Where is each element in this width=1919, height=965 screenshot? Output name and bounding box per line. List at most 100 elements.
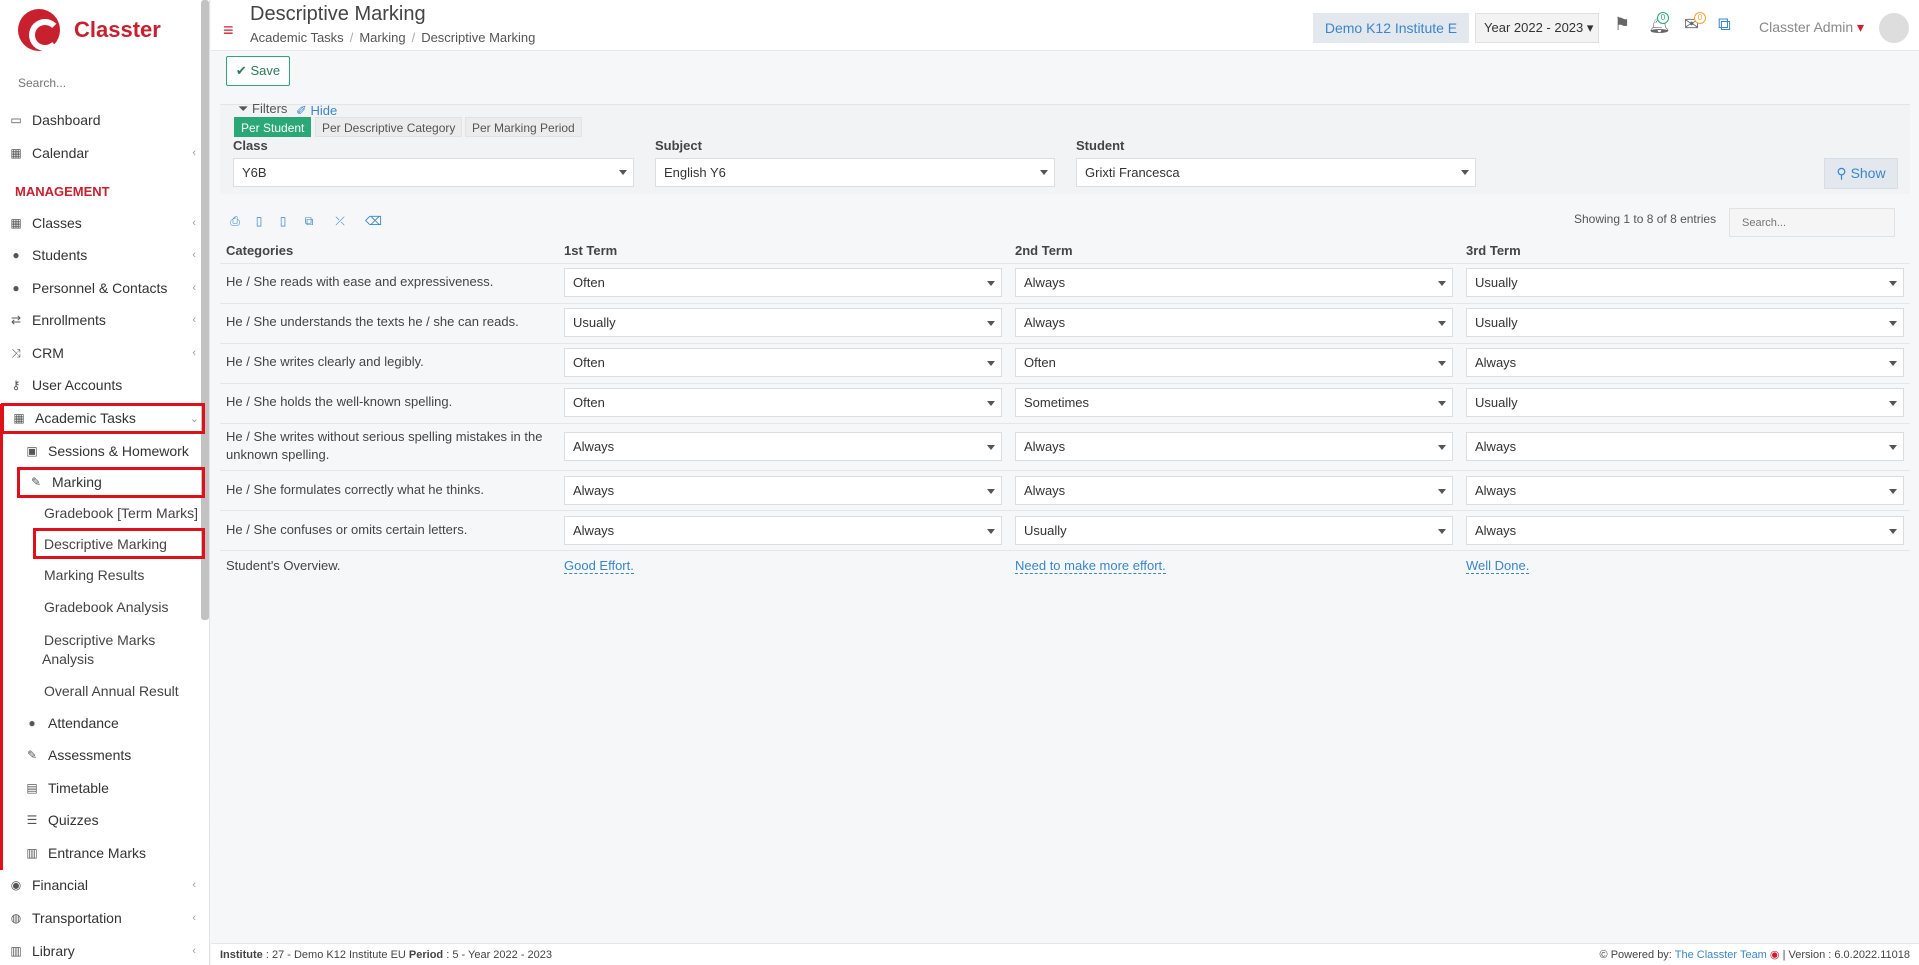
column-header-2nd-term[interactable]: 2nd Term [1015,243,1073,258]
sidebar-scrollbar[interactable] [201,0,209,620]
term-select[interactable]: Usually [1015,516,1453,545]
term-select[interactable]: Always [1015,432,1453,461]
term-select[interactable]: Always [564,476,1002,505]
exchange-icon: ⇄ [10,313,22,327]
overview-1st-term[interactable]: Good Effort. [564,558,634,574]
column-header-1st-term[interactable]: 1st Term [564,243,617,258]
class-label: Class [233,138,268,153]
term-select[interactable]: Always [1015,476,1453,505]
institute-button[interactable]: Demo K12 Institute E [1313,13,1469,43]
term-select[interactable]: Usually [1466,388,1904,417]
user-menu[interactable]: Classter Admin ▾ [1759,19,1864,36]
pdf-icon[interactable]: ▯ [252,214,266,228]
term-select[interactable]: Always [1466,348,1904,377]
term-select[interactable]: Always [564,516,1002,545]
caret-down-icon [1889,489,1897,494]
caret-down-icon [987,529,995,534]
table-search-input[interactable] [1729,208,1895,237]
term-select[interactable]: Sometimes [1015,388,1453,417]
chevron-left-icon: ‹ [208,782,209,794]
sidebar-item-sessions-homework[interactable]: ▣ Sessions & Homework [16,437,209,465]
term-select[interactable]: Always [1466,432,1904,461]
sidebar-item-timetable[interactable]: ▤Timetable‹ [16,774,209,802]
chevron-left-icon: ‹ [192,879,196,891]
column-header-3rd-term[interactable]: 3rd Term [1466,243,1521,258]
term-select[interactable]: Often [564,348,1002,377]
term-select[interactable]: Always [1466,476,1904,505]
term-select[interactable]: Always [564,432,1002,461]
highlight-marking [17,467,205,498]
sidebar-item-gradebook-term[interactable]: Gradebook [Term Marks] [44,505,198,521]
term-select[interactable]: Usually [1466,308,1904,337]
compress-icon[interactable]: ⤫ [333,214,347,228]
term-select[interactable]: Often [1015,348,1453,377]
tab-per-student[interactable]: Per Student [234,117,312,137]
sidebar-item-user-accounts[interactable]: ⚷ User Accounts [0,371,200,399]
classter-team-link[interactable]: The Classter Team [1675,949,1767,961]
sidebar-item-gradebook-analysis[interactable]: Gradebook Analysis [44,599,169,615]
sidebar-item-financial[interactable]: ◉ Financial ‹ [0,871,200,899]
caret-down-icon [1438,281,1446,286]
sidebar-search-input[interactable] [18,70,188,96]
sidebar-item-students[interactable]: ● Students ‹ [0,241,200,269]
print-icon[interactable]: ⎙ [228,214,242,228]
overview-2nd-term[interactable]: Need to make more effort. [1015,558,1166,574]
layers-icon[interactable]: ⧉ [1718,14,1731,35]
caret-down-icon [987,281,995,286]
sidebar-item-overall-annual-result[interactable]: Overall Annual Result [44,683,179,699]
chevron-left-icon: ‹ [192,147,196,159]
breadcrumb-item[interactable]: Academic Tasks [250,30,344,45]
overview-3rd-term[interactable]: Well Done. [1466,558,1530,574]
chevron-left-icon: ‹ [208,749,209,761]
term-select[interactable]: Usually [564,308,1002,337]
term-select[interactable]: Always [1015,268,1453,297]
term-select[interactable]: Always [1466,516,1904,545]
classter-logo-icon [18,9,61,51]
sidebar-item-crm[interactable]: ⤨ CRM ‹ [0,339,200,367]
sidebar-item-classes[interactable]: ▦ Classes ‹ [0,209,200,237]
sidebar-item-marking-results[interactable]: Marking Results [44,567,144,583]
avatar[interactable] [1879,13,1909,43]
flag-icon[interactable]: ⚑ [1614,14,1630,35]
caret-down-icon [1889,445,1897,450]
eraser-icon[interactable]: ⌫ [365,214,382,228]
filters-label: ⏷ Filters [238,101,288,116]
chevron-left-icon: ‹ [208,847,209,859]
class-select[interactable]: Y6B [233,158,634,187]
sidebar-item-transportation[interactable]: ◍ Transportation ‹ [0,904,200,932]
sidebar-item-entrance-marks[interactable]: ▥Entrance Marks‹ [16,839,209,867]
excel-icon[interactable]: ▯ [276,214,290,228]
hamburger-icon[interactable]: ≡ [223,20,234,41]
copy-icon[interactable]: ⧉ [302,214,316,228]
logo[interactable]: Classter [0,0,209,60]
sidebar-item-calendar[interactable]: ▦ Calendar ‹ [0,139,200,167]
student-select[interactable]: Grixti Francesca [1076,158,1476,187]
term-select[interactable]: Usually [1466,268,1904,297]
bus-icon: ◍ [10,911,22,925]
overview-label: Student's Overview. [226,558,341,573]
breadcrumb-item[interactable]: Marking [359,30,405,45]
sidebar-item-library[interactable]: ▥ Library ‹ [0,937,200,965]
term-select[interactable]: Often [564,268,1002,297]
sidebar-item-descriptive-marks-analysis-line2[interactable]: Analysis [42,651,94,667]
copyright-icon: © [1599,949,1608,961]
sidebar-item-enrollments[interactable]: ⇄ Enrollments ‹ [0,306,200,334]
column-header-categories[interactable]: Categories [226,243,293,258]
sidebar-item-quizzes[interactable]: ☰Quizzes‹ [16,806,209,834]
term-select[interactable]: Always [1015,308,1453,337]
subject-select[interactable]: English Y6 [655,158,1055,187]
key-icon: ⚷ [11,378,21,392]
tab-per-descriptive-category[interactable]: Per Descriptive Category [315,117,463,137]
student-label: Student [1076,138,1125,153]
term-select[interactable]: Often [564,388,1002,417]
year-select[interactable]: Year 2022 - 2023 ▾ [1475,13,1599,43]
sidebar-item-attendance[interactable]: ●Attendance‹ [16,709,209,737]
save-button[interactable]: ✔ Save [226,56,290,86]
sidebar-item-descriptive-marks-analysis[interactable]: Descriptive Marks [44,632,155,648]
sidebar-item-dashboard[interactable]: ▭ Dashboard [0,106,200,134]
calendar-icon: ▦ [10,146,22,160]
tab-per-marking-period[interactable]: Per Marking Period [465,117,582,137]
sidebar-item-personnel[interactable]: ● Personnel & Contacts ‹ [0,274,200,302]
show-button[interactable]: ⚲ Show [1824,158,1898,189]
sidebar-item-assessments[interactable]: ✎Assessments‹ [16,741,209,769]
